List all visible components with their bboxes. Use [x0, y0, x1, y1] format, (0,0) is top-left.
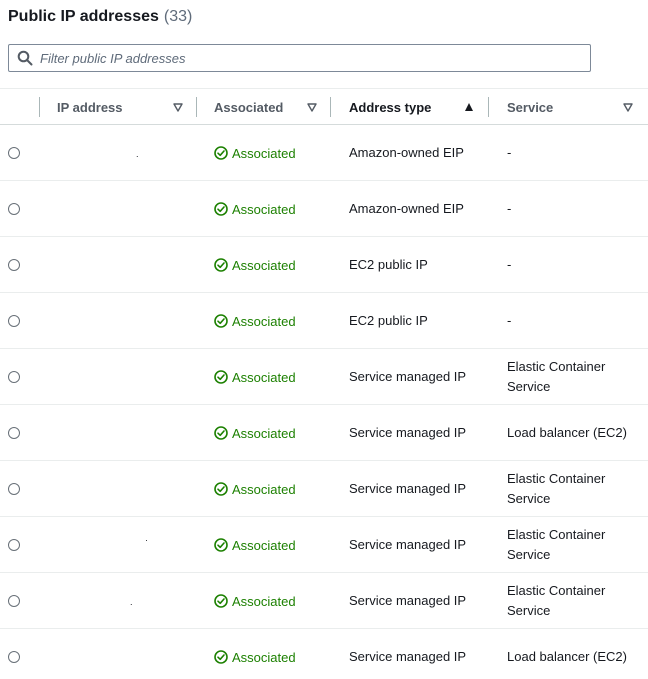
service-cell: -	[507, 257, 512, 272]
status-label: Associated	[232, 649, 296, 665]
ip-address-cell: .	[130, 597, 133, 607]
row-select-radio[interactable]	[8, 259, 20, 271]
table-body: . Associated Amazon-owned EIP - Associated Am…	[0, 125, 648, 679]
column-header-associated[interactable]: Associated	[214, 89, 283, 125]
status-label: Associated	[232, 201, 296, 217]
table-row[interactable]: Associated EC2 public IP -	[0, 293, 648, 349]
filter-box[interactable]	[8, 44, 591, 72]
address-type-cell: Service managed IP	[349, 593, 467, 608]
status-check-icon	[214, 594, 228, 608]
column-divider[interactable]	[196, 97, 197, 117]
table-header: IP address Associated Address type Servi…	[0, 88, 648, 125]
status-check-icon	[214, 426, 228, 440]
address-type-cell: Service managed IP	[349, 481, 467, 496]
result-count: (33)	[163, 8, 193, 25]
column-header-address-type[interactable]: Address type	[349, 89, 431, 125]
column-header-service[interactable]: Service	[507, 89, 553, 125]
row-select-radio[interactable]	[8, 483, 20, 495]
status-label: Associated	[232, 313, 296, 329]
status-label: Associated	[232, 257, 296, 273]
status-cell: Associated	[214, 143, 296, 163]
sort-caret-icon[interactable]	[622, 101, 634, 113]
search-icon	[17, 50, 33, 66]
ip-address-cell: .	[136, 149, 139, 159]
status-label: Associated	[232, 537, 296, 553]
row-select-radio[interactable]	[8, 203, 20, 215]
status-label: Associated	[232, 145, 296, 161]
service-cell: -	[507, 145, 512, 160]
table-row[interactable]: . Associated Service managed IP Elastic Con…	[0, 573, 648, 629]
status-check-icon	[214, 146, 228, 160]
status-cell: Associated	[214, 647, 296, 667]
address-type-cell: Service managed IP	[349, 369, 467, 384]
status-check-icon	[214, 202, 228, 216]
status-check-icon	[214, 258, 228, 272]
address-type-cell: Service managed IP	[349, 537, 467, 552]
address-type-cell: EC2 public IP	[349, 257, 428, 272]
column-header-ip-address[interactable]: IP address	[57, 89, 123, 125]
filter-input[interactable]	[40, 46, 590, 70]
status-check-icon	[214, 538, 228, 552]
row-select-radio[interactable]	[8, 651, 20, 663]
ip-address-cell: ·	[145, 535, 148, 545]
table-row[interactable]: Associated Service managed IP Elastic Cont…	[0, 349, 648, 405]
column-divider[interactable]	[488, 97, 489, 117]
table-row[interactable]: Associated EC2 public IP -	[0, 237, 648, 293]
row-select-radio[interactable]	[8, 595, 20, 607]
service-cell: -	[507, 201, 512, 216]
status-cell: Associated	[214, 479, 296, 499]
status-label: Associated	[232, 425, 296, 441]
status-check-icon	[214, 650, 228, 664]
address-type-cell: Amazon-owned EIP	[349, 201, 464, 216]
row-select-radio[interactable]	[8, 427, 20, 439]
service-cell: Elastic Container Service	[507, 471, 606, 506]
table-row[interactable]: Associated Service managed IP Load balance…	[0, 405, 648, 461]
status-check-icon	[214, 370, 228, 384]
table-row[interactable]: . Associated Amazon-owned EIP -	[0, 125, 648, 181]
status-cell: Associated	[214, 367, 296, 387]
status-cell: Associated	[214, 255, 296, 275]
service-cell: Elastic Container Service	[507, 527, 606, 562]
address-type-cell: Service managed IP	[349, 425, 467, 440]
status-label: Associated	[232, 369, 296, 385]
table-row[interactable]: · Associated Service managed IP Elastic Con…	[0, 517, 648, 573]
table-row[interactable]: Associated Service managed IP Load balance…	[0, 629, 648, 679]
sort-caret-icon[interactable]	[306, 101, 318, 113]
column-divider[interactable]	[39, 97, 40, 117]
service-cell: Elastic Container Service	[507, 359, 606, 394]
table-row[interactable]: Associated Amazon-owned EIP -	[0, 181, 648, 237]
page-title: Public IP addresses	[8, 8, 159, 25]
status-cell: Associated	[214, 535, 296, 555]
row-select-radio[interactable]	[8, 371, 20, 383]
status-cell: Associated	[214, 199, 296, 219]
service-cell: Load balancer (EC2)	[507, 425, 627, 440]
sort-ascending-icon[interactable]	[463, 101, 475, 113]
status-check-icon	[214, 482, 228, 496]
status-label: Associated	[232, 593, 296, 609]
page-header: Public IP addresses (33)	[8, 8, 192, 28]
row-select-radio[interactable]	[8, 147, 20, 159]
sort-caret-icon[interactable]	[172, 101, 184, 113]
status-cell: Associated	[214, 311, 296, 331]
address-type-cell: Service managed IP	[349, 649, 467, 664]
status-label: Associated	[232, 481, 296, 497]
address-type-cell: Amazon-owned EIP	[349, 145, 464, 160]
row-select-radio[interactable]	[8, 315, 20, 327]
status-check-icon	[214, 314, 228, 328]
status-cell: Associated	[214, 591, 296, 611]
service-cell: Elastic Container Service	[507, 583, 606, 618]
address-type-cell: EC2 public IP	[349, 313, 428, 328]
column-divider[interactable]	[330, 97, 331, 117]
service-cell: Load balancer (EC2)	[507, 649, 627, 664]
service-cell: -	[507, 313, 512, 328]
table-row[interactable]: Associated Service managed IP Elastic Cont…	[0, 461, 648, 517]
status-cell: Associated	[214, 423, 296, 443]
row-select-radio[interactable]	[8, 539, 20, 551]
